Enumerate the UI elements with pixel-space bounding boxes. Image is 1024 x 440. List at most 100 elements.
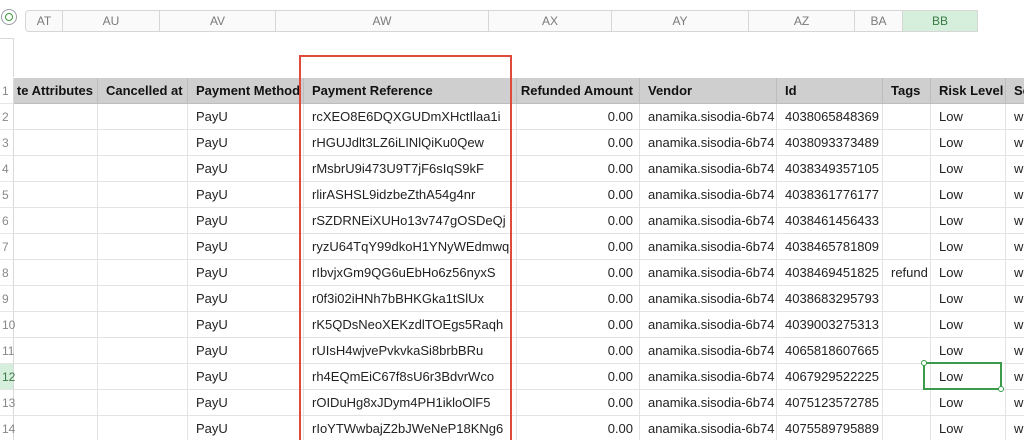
column-letter-aw[interactable]: AW	[276, 10, 489, 32]
row-number[interactable]: 7	[0, 234, 14, 260]
header-source[interactable]: So	[1006, 78, 1024, 104]
row-number[interactable]: 3	[0, 130, 14, 156]
cell-payment-method[interactable]: PayU	[188, 130, 304, 156]
cell-cancelled-at[interactable]	[98, 312, 188, 338]
cell-payment-reference[interactable]: rUIsH4wjvePvkvkaSi8brbBRu	[304, 338, 517, 364]
cell-risk-level[interactable]: Low	[931, 364, 1006, 390]
cell-source[interactable]: we	[1006, 312, 1024, 338]
select-all-button[interactable]	[1, 9, 17, 25]
cell-id[interactable]: 4038469451825	[777, 260, 883, 286]
cell-risk-level[interactable]: Low	[931, 156, 1006, 182]
header-id[interactable]: Id	[777, 78, 883, 104]
cell-payment-method[interactable]: PayU	[188, 182, 304, 208]
cell-vendor[interactable]: anamika.sisodia-6b74	[640, 364, 777, 390]
cell-payment-reference[interactable]: rOIDuHg8xJDym4PH1ikloOlF5	[304, 390, 517, 416]
cell-vendor[interactable]: anamika.sisodia-6b74	[640, 208, 777, 234]
column-letter-av[interactable]: AV	[160, 10, 276, 32]
header-vendor[interactable]: Vendor	[640, 78, 777, 104]
cell-source[interactable]: we	[1006, 156, 1024, 182]
cell-risk-level[interactable]: Low	[931, 182, 1006, 208]
cell-payment-method[interactable]: PayU	[188, 260, 304, 286]
row-number[interactable]: 2	[0, 104, 14, 130]
header-payment-method[interactable]: Payment Method	[188, 78, 304, 104]
header-attributes[interactable]: te Attributes	[14, 78, 98, 104]
cell-payment-reference[interactable]: rMsbrU9i473U9T7jF6sIqS9kF	[304, 156, 517, 182]
cell-refunded-amount[interactable]: 0.00	[517, 364, 640, 390]
cell-id[interactable]: 4075123572785	[777, 390, 883, 416]
cell-id[interactable]: 4038065848369	[777, 104, 883, 130]
cell-tags[interactable]	[883, 416, 931, 440]
column-letter-ay[interactable]: AY	[612, 10, 749, 32]
cell-vendor[interactable]: anamika.sisodia-6b74	[640, 104, 777, 130]
cell-payment-reference[interactable]: rcXEO8E6DQXGUDmXHctIlaa1i	[304, 104, 517, 130]
cell-attributes[interactable]	[14, 104, 98, 130]
cell-id[interactable]: 4038093373489	[777, 130, 883, 156]
cell-risk-level[interactable]: Low	[931, 286, 1006, 312]
cell-tags[interactable]	[883, 312, 931, 338]
cell-source[interactable]: we	[1006, 338, 1024, 364]
cell-attributes[interactable]	[14, 416, 98, 440]
cell-payment-reference[interactable]: ryzU64TqY99dkoH1YNyWEdmwq	[304, 234, 517, 260]
cell-payment-reference[interactable]: rIbvjxGm9QG6uEbHo6z56nyxS	[304, 260, 517, 286]
cell-risk-level[interactable]: Low	[931, 104, 1006, 130]
row-number[interactable]: 6	[0, 208, 14, 234]
cell-vendor[interactable]: anamika.sisodia-6b74	[640, 390, 777, 416]
row-number[interactable]: 5	[0, 182, 14, 208]
cell-source[interactable]: we	[1006, 130, 1024, 156]
cell-id[interactable]: 4038465781809	[777, 234, 883, 260]
row-number[interactable]: 4	[0, 156, 14, 182]
row-number[interactable]: 14	[0, 416, 15, 440]
cell-risk-level[interactable]: Low	[931, 130, 1006, 156]
cell-risk-level[interactable]: Low	[931, 416, 1006, 440]
cell-cancelled-at[interactable]	[98, 234, 188, 260]
cell-cancelled-at[interactable]	[98, 286, 188, 312]
cell-tags[interactable]	[883, 182, 931, 208]
cell-source[interactable]: we	[1006, 390, 1024, 416]
cell-cancelled-at[interactable]	[98, 182, 188, 208]
cell-source[interactable]: we	[1006, 234, 1024, 260]
cell-vendor[interactable]: anamika.sisodia-6b74	[640, 260, 777, 286]
cell-payment-reference[interactable]: rSZDRNEiXUHo13v747gOSDeQj	[304, 208, 517, 234]
cell-cancelled-at[interactable]	[98, 416, 188, 440]
row-number[interactable]: 13	[0, 390, 15, 416]
row-number[interactable]: 8	[0, 260, 14, 286]
cell-refunded-amount[interactable]: 0.00	[517, 156, 640, 182]
cell-refunded-amount[interactable]: 0.00	[517, 260, 640, 286]
cell-id[interactable]: 4039003275313	[777, 312, 883, 338]
cell-payment-reference[interactable]: rHGUJdlt3LZ6iLINlQiKu0Qew	[304, 130, 517, 156]
cell-payment-method[interactable]: PayU	[188, 104, 304, 130]
cell-risk-level[interactable]: Low	[931, 390, 1006, 416]
cell-attributes[interactable]	[14, 364, 98, 390]
row-number[interactable]: 1	[0, 78, 14, 104]
cell-refunded-amount[interactable]: 0.00	[517, 234, 640, 260]
cell-tags[interactable]	[883, 286, 931, 312]
cell-vendor[interactable]: anamika.sisodia-6b74	[640, 416, 777, 440]
cell-id[interactable]: 4067929522225	[777, 364, 883, 390]
header-refunded-amount[interactable]: Refunded Amount	[517, 78, 640, 104]
cell-tags[interactable]	[883, 130, 931, 156]
cell-risk-level[interactable]: Low	[931, 260, 1006, 286]
cell-payment-method[interactable]: PayU	[188, 364, 304, 390]
cell-cancelled-at[interactable]	[98, 260, 188, 286]
cell-refunded-amount[interactable]: 0.00	[517, 338, 640, 364]
cell-attributes[interactable]	[14, 286, 98, 312]
cell-tags[interactable]	[883, 338, 931, 364]
cell-source[interactable]: we	[1006, 364, 1024, 390]
cell-refunded-amount[interactable]: 0.00	[517, 390, 640, 416]
cell-payment-reference[interactable]: rIoYTWwbajZ2bJWeNeP18KNg6	[304, 416, 517, 440]
column-letter-az[interactable]: AZ	[749, 10, 855, 32]
cell-tags[interactable]	[883, 364, 931, 390]
column-letter-at[interactable]: AT	[25, 10, 63, 32]
cell-cancelled-at[interactable]	[98, 390, 188, 416]
cell-source[interactable]: we	[1006, 286, 1024, 312]
cell-tags[interactable]	[883, 234, 931, 260]
cell-cancelled-at[interactable]	[98, 104, 188, 130]
cell-payment-reference[interactable]: rK5QDsNeoXEKzdlTOEgs5Raqh	[304, 312, 517, 338]
cell-id[interactable]: 4038683295793	[777, 286, 883, 312]
cell-risk-level[interactable]: Low	[931, 234, 1006, 260]
cell-refunded-amount[interactable]: 0.00	[517, 130, 640, 156]
cell-id[interactable]: 4038349357105	[777, 156, 883, 182]
cell-attributes[interactable]	[14, 234, 98, 260]
cell-attributes[interactable]	[14, 130, 98, 156]
cell-payment-method[interactable]: PayU	[188, 286, 304, 312]
